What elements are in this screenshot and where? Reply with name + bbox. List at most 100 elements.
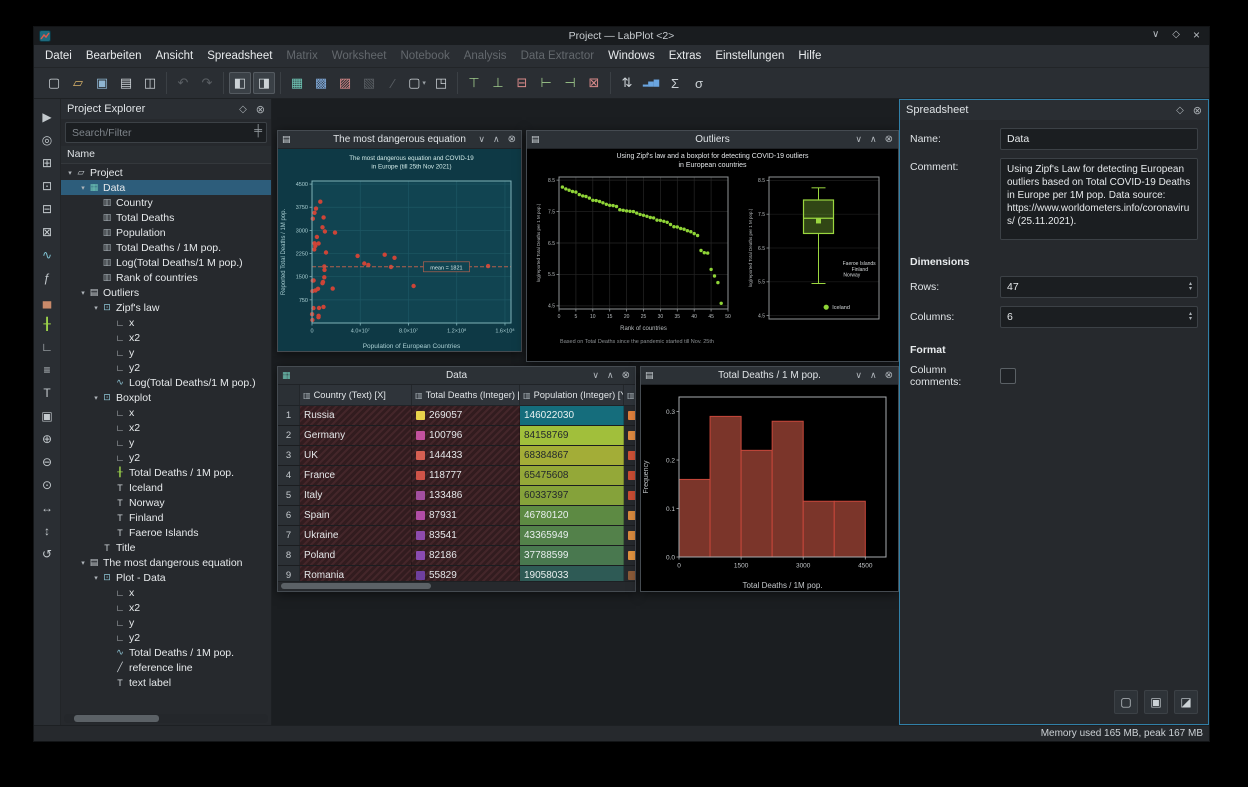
maximize-window-icon[interactable]: [870, 134, 877, 145]
tree-item-y[interactable]: ∟ y: [61, 345, 271, 360]
close-window-icon[interactable]: [885, 134, 893, 145]
save-template-button[interactable]: ▣: [1144, 690, 1168, 714]
select-tool-button[interactable]: ▶: [37, 107, 57, 127]
minimize-icon[interactable]: [1152, 26, 1159, 46]
deaths-per-million-cell[interactable]: [624, 426, 635, 445]
close-window-icon[interactable]: [622, 370, 630, 381]
total-deaths-cell[interactable]: 82186: [412, 546, 520, 565]
dangerous-equation-chart[interactable]: mean = 1821 0 4.0×10⁷ 8.0×10⁷ 1.2×10⁸ 1.6×10⁸…: [278, 149, 521, 351]
deaths-per-million-cell[interactable]: [624, 526, 635, 545]
spin-down-icon[interactable]: [1189, 317, 1192, 322]
columns-spinner[interactable]: 6: [1000, 306, 1198, 328]
new-spreadsheet-button[interactable]: ▦: [286, 72, 308, 94]
tree-item-log-total-deaths-1-m-pop[interactable]: ∿ Log(Total Deaths/1 M pop.): [61, 375, 271, 390]
total-deaths-cell[interactable]: 118777: [412, 466, 520, 485]
tree-horizontal-scrollbar[interactable]: [64, 714, 268, 723]
search-input[interactable]: [65, 122, 267, 143]
population-cell[interactable]: 84158769: [520, 426, 624, 445]
population-cell[interactable]: 46780120: [520, 506, 624, 525]
row-number[interactable]: 6: [278, 506, 300, 525]
deaths-per-million-cell[interactable]: [624, 546, 635, 565]
total-deaths-cell[interactable]: 269057: [412, 406, 520, 425]
export-button[interactable]: ◳: [430, 72, 452, 94]
column-header-1[interactable]: ▥ Country (Text) [X]: [300, 385, 412, 405]
insert-column-right-button[interactable]: ⊣: [559, 72, 581, 94]
crosshair-tool-button[interactable]: ◎: [37, 130, 57, 150]
histogram-chart[interactable]: 0 1500 3000 4500 0.0 0.1 0.2 0.3 Total Deaths / …: [641, 385, 898, 591]
histogram-titlebar[interactable]: ▤ Total Deaths / 1 M pop.: [641, 367, 898, 385]
tree-item-plot-data[interactable]: ▾ ⊡ Plot - Data: [61, 570, 271, 585]
country-cell[interactable]: Romania: [300, 566, 412, 582]
menu-spreadsheet[interactable]: Spreadsheet: [200, 45, 279, 67]
row-number[interactable]: 3: [278, 446, 300, 465]
tree-item-x2[interactable]: ∟ x2: [61, 420, 271, 435]
tree-item-finland[interactable]: T Finland: [61, 510, 271, 525]
tree-item-population[interactable]: ▥ Population: [61, 225, 271, 240]
shade-window-icon[interactable]: [855, 134, 862, 145]
remove-rows-button[interactable]: ⊟: [511, 72, 533, 94]
country-cell[interactable]: Italy: [300, 486, 412, 505]
country-cell[interactable]: Russia: [300, 406, 412, 425]
menu-datei[interactable]: Datei: [38, 45, 79, 67]
toggle-properties-dock-button[interactable]: ◨: [253, 72, 275, 94]
total-deaths-cell[interactable]: 83541: [412, 526, 520, 545]
new-worksheet-button[interactable]: ▨: [334, 72, 356, 94]
toggle-project-explorer-button[interactable]: ◧: [229, 72, 251, 94]
tree-item-data[interactable]: ▾ ▦ Data: [61, 180, 271, 195]
expander-icon[interactable]: ▾: [91, 574, 101, 582]
tree-item-title[interactable]: T Title: [61, 540, 271, 555]
remove-columns-button[interactable]: ⊠: [583, 72, 605, 94]
tree-item-outliers[interactable]: ▾ ▤ Outliers: [61, 285, 271, 300]
country-cell[interactable]: UK: [300, 446, 412, 465]
spin-down-icon[interactable]: [1189, 287, 1192, 292]
comment-input[interactable]: Using Zipf's Law for detecting European …: [1000, 158, 1198, 240]
population-cell[interactable]: 60337397: [520, 486, 624, 505]
total-deaths-cell[interactable]: 133486: [412, 486, 520, 505]
population-cell[interactable]: 68384867: [520, 446, 624, 465]
zoom-in-button[interactable]: ⊕: [37, 429, 57, 449]
expander-icon[interactable]: ▾: [91, 304, 101, 312]
row-number[interactable]: 1: [278, 406, 300, 425]
menu-bearbeiten[interactable]: Bearbeiten: [79, 45, 149, 67]
float-dock-icon[interactable]: [239, 104, 247, 115]
deaths-per-million-cell[interactable]: [624, 446, 635, 465]
add-xy-curve-button[interactable]: ∿: [37, 245, 57, 265]
tree-item-x[interactable]: ∟ x: [61, 405, 271, 420]
maximize-window-icon[interactable]: [493, 134, 500, 145]
shift-x-button[interactable]: ↔: [37, 498, 57, 518]
undo-button[interactable]: ↶: [172, 72, 194, 94]
tree-item-text-label[interactable]: Ttext label: [61, 675, 271, 690]
save-project-button[interactable]: ▣: [91, 72, 113, 94]
tree-item-total-deaths-1m-pop[interactable]: ╂ Total Deaths / 1M pop.: [61, 465, 271, 480]
print-button[interactable]: ▤: [115, 72, 137, 94]
shift-y-button[interactable]: ↕: [37, 521, 57, 541]
tree-item-faeroe-islands[interactable]: T Faeroe Islands: [61, 525, 271, 540]
tree-item-x2[interactable]: ∟ x2: [61, 600, 271, 615]
column-comments-checkbox[interactable]: [1000, 368, 1016, 384]
column-header-2[interactable]: ▥ Total Deaths (Integer) [Y]: [412, 385, 520, 405]
population-cell[interactable]: 65475608: [520, 466, 624, 485]
tree-column-header[interactable]: Name: [61, 146, 271, 164]
column-header-4[interactable]: ▥: [624, 385, 635, 405]
rows-spinner[interactable]: 47: [1000, 276, 1198, 298]
menu-extras[interactable]: Extras: [662, 45, 709, 67]
redo-button[interactable]: ↷: [196, 72, 218, 94]
row-number[interactable]: 4: [278, 466, 300, 485]
close-dock-icon[interactable]: [256, 103, 265, 116]
tree-item-y2[interactable]: ∟ y2: [61, 630, 271, 645]
data-window-titlebar[interactable]: ▦ Data: [278, 367, 635, 385]
add-histogram-button[interactable]: ▄: [37, 291, 57, 311]
tree-item-total-deaths-1m-pop[interactable]: ∿ Total Deaths / 1M pop.: [61, 645, 271, 660]
total-deaths-cell[interactable]: 144433: [412, 446, 520, 465]
population-cell[interactable]: 43365949: [520, 526, 624, 545]
data-extractor-button[interactable]: ∕: [382, 72, 404, 94]
add-plot-four-axes-button[interactable]: ⊞: [37, 153, 57, 173]
dangerous-equation-titlebar[interactable]: ▤ The most dangerous equation: [278, 131, 521, 149]
insert-row-below-button[interactable]: ⊥: [487, 72, 509, 94]
tree-item-total-deaths[interactable]: ▥ Total Deaths: [61, 210, 271, 225]
country-cell[interactable]: Germany: [300, 426, 412, 445]
print-preview-button[interactable]: ◫: [139, 72, 161, 94]
scrollbar-handle[interactable]: [281, 583, 431, 589]
tree-item-log-total-deaths-1-m-pop[interactable]: ▥ Log(Total Deaths/1 M pop.): [61, 255, 271, 270]
total-deaths-cell[interactable]: 55829: [412, 566, 520, 582]
